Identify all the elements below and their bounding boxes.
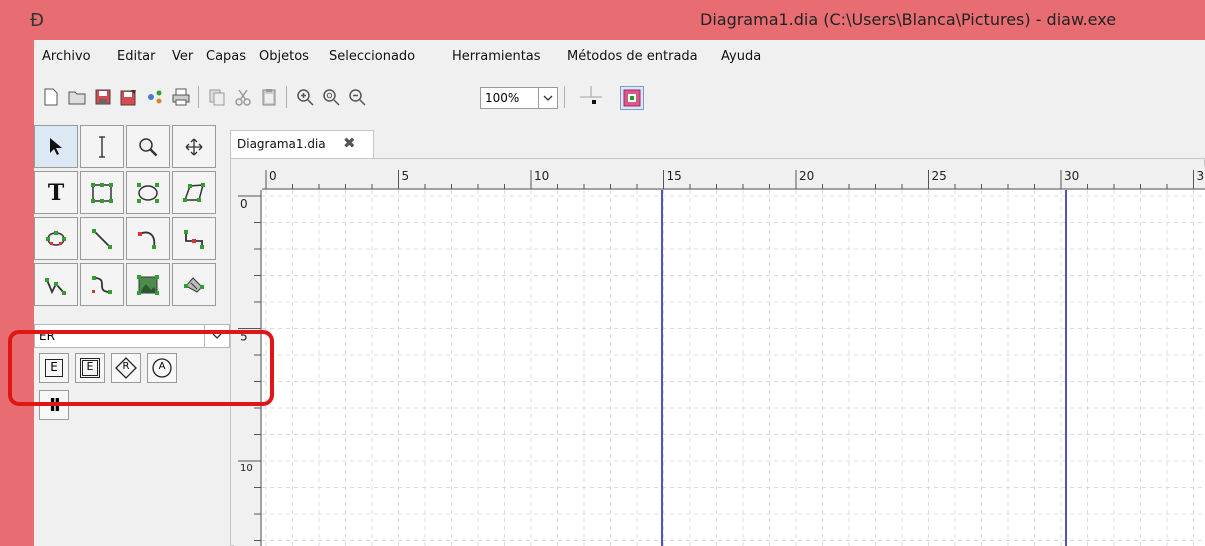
canvas-grid xyxy=(262,190,1205,546)
close-icon[interactable]: ✖ xyxy=(343,134,356,152)
guides-icon[interactable] xyxy=(620,86,644,110)
text-tool-glyph: T xyxy=(47,179,65,206)
box-icon[interactable] xyxy=(80,171,124,214)
print-icon[interactable] xyxy=(170,86,192,108)
title-bar: Ð Diagrama1.dia (C:\Users\Blanca\Picture… xyxy=(0,0,1205,40)
zoom-combo[interactable]: 100% xyxy=(480,87,540,109)
weak-entity-glyph: E xyxy=(82,360,98,376)
line-icon[interactable] xyxy=(80,217,124,260)
tab-label: Diagrama1.dia xyxy=(237,137,326,151)
menu-herramientas[interactable]: Herramientas xyxy=(452,49,541,64)
entity-glyph: E xyxy=(50,360,58,374)
vertical-ruler: 0 5 10 xyxy=(234,190,262,546)
zoom-out-icon[interactable] xyxy=(346,86,368,108)
text-tool-icon[interactable]: T xyxy=(34,171,78,214)
ruler-label: 10 xyxy=(534,169,549,183)
toolbar-separator xyxy=(564,86,565,108)
weak-entity-icon: E xyxy=(80,358,100,378)
menu-capas[interactable]: Capas xyxy=(206,49,246,64)
save-icon[interactable] xyxy=(92,86,114,108)
relationship-icon: R xyxy=(115,357,137,379)
snap-grid-icon[interactable] xyxy=(580,86,602,108)
dia-app-icon: Ð xyxy=(30,10,44,31)
sheet-selector[interactable]: ER xyxy=(34,324,230,348)
participation-shape-button[interactable]: II xyxy=(39,390,69,420)
chevron-down-icon[interactable] xyxy=(538,87,558,109)
entity-icon: E xyxy=(45,359,63,377)
diagram-canvas[interactable] xyxy=(262,190,1205,546)
window-title: Diagrama1.dia (C:\Users\Blanca\Pictures)… xyxy=(700,10,1117,29)
paste-icon[interactable] xyxy=(258,86,280,108)
shape-palette: E E R A II xyxy=(34,348,230,466)
vertical-ruler-ticks: 0 5 10 xyxy=(238,190,262,546)
ruler-label: 0 xyxy=(269,169,277,183)
image-icon[interactable] xyxy=(126,263,170,306)
menu-objetos[interactable]: Objetos xyxy=(259,49,309,64)
beziergon-icon[interactable] xyxy=(34,217,78,260)
ruler-label: 0 xyxy=(240,197,248,211)
cut-icon[interactable] xyxy=(232,86,254,108)
bezier-icon[interactable] xyxy=(80,263,124,306)
ruler-label: 5 xyxy=(240,330,248,344)
magnify-icon[interactable] xyxy=(126,125,170,168)
save-as-icon[interactable] xyxy=(118,86,140,108)
ruler-label: 15 xyxy=(667,169,682,183)
ruler-label: 35 xyxy=(1197,169,1205,183)
toolbar-separator xyxy=(198,86,199,108)
participation-glyph: II xyxy=(49,394,60,416)
ruler-label: 20 xyxy=(799,169,814,183)
relationship-glyph: R xyxy=(122,361,130,372)
toolbar-separator xyxy=(286,86,287,108)
copy-icon[interactable] xyxy=(206,86,228,108)
menu-ayuda[interactable]: Ayuda xyxy=(721,49,761,64)
pointer-icon[interactable] xyxy=(34,125,78,168)
polyline-icon[interactable] xyxy=(34,263,78,306)
horizontal-ruler-ticks: 0 5 10 15 20 25 30 35 xyxy=(262,169,1205,190)
ellipse-icon[interactable] xyxy=(126,171,170,214)
arc-icon[interactable] xyxy=(126,217,170,260)
app-window: Archivo Editar Ver Capas Objetos Selecci… xyxy=(34,40,1205,546)
entity-shape-button[interactable]: E xyxy=(39,353,69,383)
horizontal-ruler: 0 5 10 15 20 25 30 35 xyxy=(262,166,1205,190)
relationship-shape-button[interactable]: R xyxy=(111,353,141,383)
ruler-label: 5 xyxy=(402,169,410,183)
menu-bar: Archivo Editar Ver Capas Objetos Selecci… xyxy=(34,40,1205,74)
export-icon[interactable] xyxy=(144,86,166,108)
menu-metodos-entrada[interactable]: Métodos de entrada xyxy=(567,49,698,64)
outline-icon[interactable] xyxy=(172,263,216,306)
ruler-label: 10 xyxy=(240,463,253,474)
ruler-label: 30 xyxy=(1064,169,1079,183)
tab-diagrama1[interactable]: Diagrama1.dia ✖ xyxy=(230,130,374,158)
menu-archivo[interactable]: Archivo xyxy=(42,49,91,64)
zigzag-icon[interactable] xyxy=(172,217,216,260)
chevron-down-icon[interactable] xyxy=(204,325,229,347)
polygon-icon[interactable] xyxy=(172,171,216,214)
open-icon[interactable] xyxy=(66,86,88,108)
menu-editar[interactable]: Editar xyxy=(117,49,156,64)
attribute-icon: A xyxy=(151,357,173,379)
menu-seleccionado[interactable]: Seleccionado xyxy=(329,49,415,64)
menu-ver[interactable]: Ver xyxy=(172,49,193,64)
new-icon[interactable] xyxy=(40,86,62,108)
zoom-fit-icon[interactable] xyxy=(320,86,342,108)
toolbox: T ER E E R A II xyxy=(34,120,230,546)
weak-entity-shape-button[interactable]: E xyxy=(75,353,105,383)
sheet-selected-label: ER xyxy=(39,329,55,343)
text-cursor-icon[interactable] xyxy=(80,125,124,168)
zoom-in-icon[interactable] xyxy=(294,86,316,108)
scroll-icon[interactable] xyxy=(172,125,216,168)
attribute-glyph: A xyxy=(158,361,166,372)
ruler-label: 25 xyxy=(932,169,947,183)
attribute-shape-button[interactable]: A xyxy=(147,353,177,383)
